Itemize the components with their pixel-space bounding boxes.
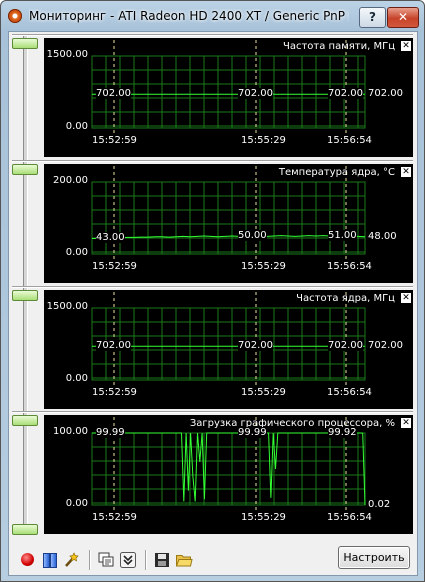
- panel-resize-handle[interactable]: [12, 524, 38, 535]
- close-graph-icon[interactable]: ✕: [401, 418, 411, 428]
- current-value-label: 48.00: [368, 230, 397, 242]
- panel-resize-handle[interactable]: [12, 290, 38, 301]
- graph-title: Температура ядра, °С: [278, 167, 395, 178]
- graph-area: Частота ядра, МГц ✕ 1500.00 0.00 15:52:5…: [44, 290, 413, 409]
- time-label: 15:52:59: [92, 261, 137, 272]
- graph-area: Загрузка графического процессора, % ✕ 10…: [44, 415, 413, 534]
- current-value-label: 702.00: [368, 340, 403, 352]
- cursor-value-label: 702.00: [328, 340, 363, 352]
- open-folder-icon[interactable]: [175, 551, 193, 569]
- cursor-value-label: 702.00: [238, 340, 273, 352]
- panel-resize-handle[interactable]: [12, 164, 38, 175]
- graph-area: Температура ядра, °С ✕ 200.00 0.00 15:52…: [44, 164, 413, 283]
- wand-icon[interactable]: [63, 551, 81, 569]
- time-label: 15:56:54: [327, 135, 372, 146]
- settings-button[interactable]: Настроить: [338, 546, 410, 569]
- copy-icon[interactable]: [97, 551, 115, 569]
- graph-title: Частота ядра, МГц: [296, 293, 395, 304]
- y-max-label: 1500.00: [46, 49, 88, 60]
- collapse-all-icon[interactable]: [119, 551, 137, 569]
- help-button[interactable]: ?: [359, 7, 386, 28]
- y-min-label: 0.00: [65, 247, 88, 258]
- cursor-value-label: 702.00: [96, 340, 131, 352]
- y-max-label: 1500.00: [46, 301, 88, 312]
- graph-panel: Температура ядра, °С ✕ 200.00 0.00 15:52…: [12, 160, 413, 285]
- cursor-value-label: 99.99: [96, 427, 125, 438]
- cursor-value-label: 51.00: [328, 229, 357, 241]
- bottom-toolbar: Настроить: [9, 541, 417, 575]
- app-icon: [8, 9, 22, 23]
- graph-title: Частота памяти, МГц: [283, 41, 395, 52]
- save-icon[interactable]: [153, 551, 171, 569]
- series-line: [92, 432, 366, 506]
- cursor-value-label: 99.99: [238, 427, 267, 438]
- cursor-value-label: 702.00: [96, 88, 131, 100]
- time-label: 15:56:54: [327, 512, 372, 523]
- close-graph-icon[interactable]: ✕: [401, 293, 411, 303]
- time-label: 15:56:54: [327, 387, 372, 398]
- cursor-value-label: 50.00: [238, 230, 267, 242]
- cursor-value-label: 702.00: [328, 88, 363, 100]
- y-min-label: 0.00: [65, 121, 88, 132]
- panel-separator: [12, 411, 413, 413]
- cursor-value-label: 99.92: [328, 427, 357, 438]
- time-label: 15:52:59: [92, 135, 137, 146]
- record-icon[interactable]: [19, 551, 37, 569]
- graph-title: Загрузка графического процессора, %: [189, 418, 395, 429]
- panel-resize-handle[interactable]: [12, 415, 38, 426]
- graph-panel: Частота памяти, МГц ✕ 1500.00 0.00 15:52…: [12, 34, 413, 159]
- panel-resize-handle[interactable]: [12, 38, 38, 49]
- panel-separator: [12, 34, 413, 36]
- monitoring-window: Мониторинг - ATI Radeon HD 2400 XT / Gen…: [0, 0, 425, 582]
- time-label: 15:55:29: [241, 512, 286, 523]
- cursor-value-label: 702.00: [238, 88, 273, 100]
- graph-panel: Частота ядра, МГц ✕ 1500.00 0.00 15:52:5…: [12, 286, 413, 411]
- toolbar-separator: [145, 550, 147, 570]
- current-value-label: 0.02: [368, 498, 391, 510]
- graph-area: Частота памяти, МГц ✕ 1500.00 0.00 15:52…: [44, 38, 413, 157]
- close-window-button[interactable]: ✕: [387, 7, 419, 28]
- panel-separator: [12, 160, 413, 162]
- time-label: 15:55:29: [241, 387, 286, 398]
- close-graph-icon[interactable]: ✕: [401, 41, 411, 51]
- close-graph-icon[interactable]: ✕: [401, 167, 411, 177]
- cursor-value-label: 43.00: [96, 232, 125, 244]
- time-label: 15:55:29: [241, 261, 286, 272]
- current-value-label: 702.00: [368, 88, 403, 100]
- time-label: 15:55:29: [241, 135, 286, 146]
- toolbar-separator: [89, 550, 91, 570]
- window-title: Мониторинг - ATI Radeon HD 2400 XT / Gen…: [29, 9, 349, 23]
- time-label: 15:56:54: [327, 261, 372, 272]
- y-min-label: 0.00: [65, 498, 88, 509]
- panel-separator: [12, 286, 413, 288]
- y-max-label: 100.00: [53, 426, 88, 437]
- y-min-label: 0.00: [65, 373, 88, 384]
- client-area: Частота памяти, МГц ✕ 1500.00 0.00 15:52…: [8, 31, 418, 576]
- time-label: 15:52:59: [92, 387, 137, 398]
- graph-panel: Загрузка графического процессора, % ✕ 10…: [12, 411, 413, 536]
- y-max-label: 200.00: [53, 175, 88, 186]
- pause-icon[interactable]: [41, 551, 59, 569]
- time-label: 15:52:59: [92, 512, 137, 523]
- title-bar[interactable]: Мониторинг - ATI Radeon HD 2400 XT / Gen…: [1, 1, 424, 31]
